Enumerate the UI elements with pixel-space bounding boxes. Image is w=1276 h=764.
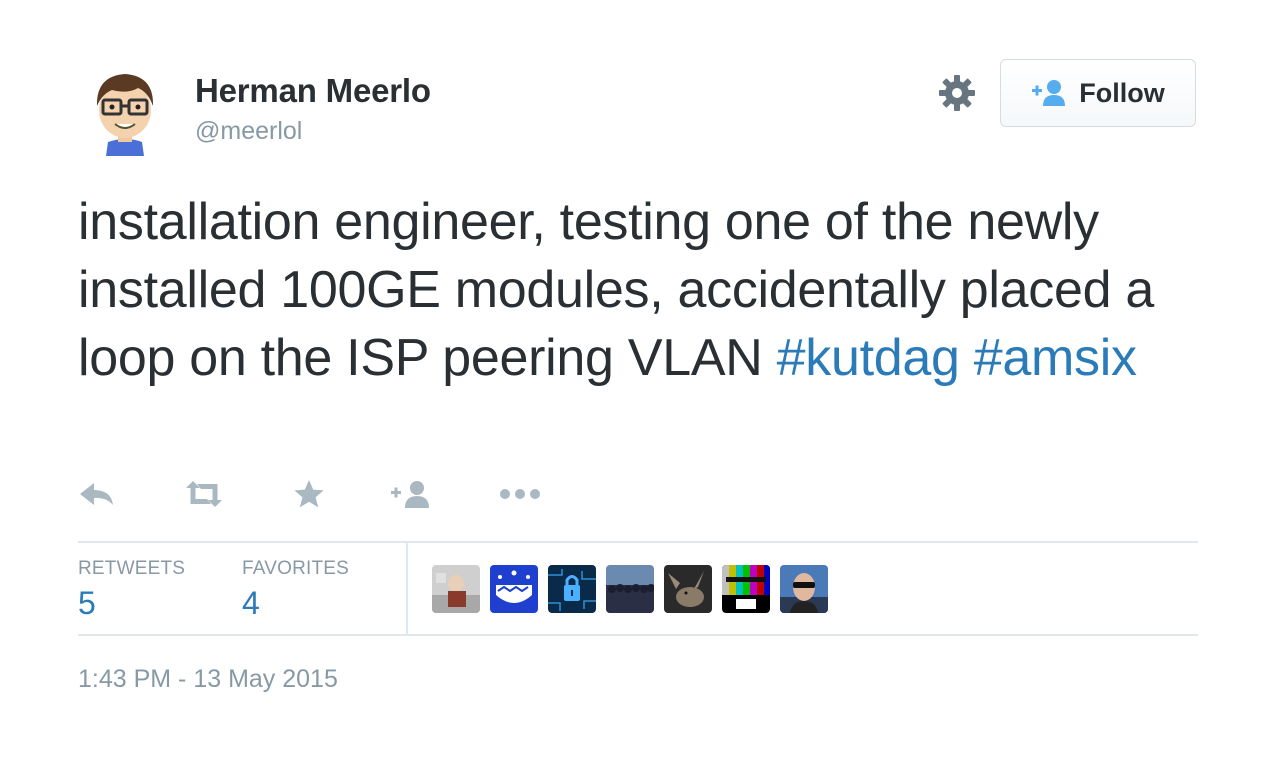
favoriter-avatar[interactable] — [548, 565, 596, 613]
hashtag-kutdag[interactable]: #kutdag — [777, 329, 960, 387]
favoriter-avatar[interactable] — [490, 565, 538, 613]
favoriter-avatar[interactable] — [432, 565, 480, 613]
author-name[interactable]: Herman Meerlo — [195, 72, 431, 110]
tweet-text: installation engineer, testing one of th… — [78, 188, 1208, 392]
follow-user-icon — [1032, 80, 1066, 106]
favoriter-avatar[interactable] — [606, 565, 654, 613]
favoriter-avatar[interactable] — [664, 565, 712, 613]
tweet-timestamp[interactable]: 1:43 PM - 13 May 2015 — [78, 665, 338, 694]
stats-vertical-divider — [406, 543, 408, 635]
favorites-count[interactable]: 4 — [242, 585, 260, 622]
retweet-icon[interactable] — [184, 474, 224, 514]
reply-icon[interactable] — [78, 474, 116, 514]
retweets-count[interactable]: 5 — [78, 585, 96, 622]
hashtag-amsix[interactable]: #amsix — [974, 329, 1137, 387]
follow-button[interactable]: Follow — [1000, 59, 1196, 127]
favorite-star-icon[interactable] — [292, 474, 326, 514]
follow-user-icon[interactable] — [390, 474, 432, 514]
more-dots-icon[interactable] — [498, 474, 542, 514]
stats-bottom-divider — [78, 634, 1198, 636]
retweets-label: RETWEETS — [78, 558, 186, 579]
favoriter-avatar[interactable] — [722, 565, 770, 613]
author-handle[interactable]: @meerlol — [195, 117, 302, 146]
follow-button-label: Follow — [1079, 77, 1165, 108]
author-avatar[interactable] — [78, 62, 172, 156]
gear-icon[interactable] — [936, 72, 978, 114]
favorites-label: FAVORITES — [242, 558, 350, 579]
favoriter-avatar[interactable] — [780, 565, 828, 613]
stats-top-divider — [78, 541, 1198, 543]
